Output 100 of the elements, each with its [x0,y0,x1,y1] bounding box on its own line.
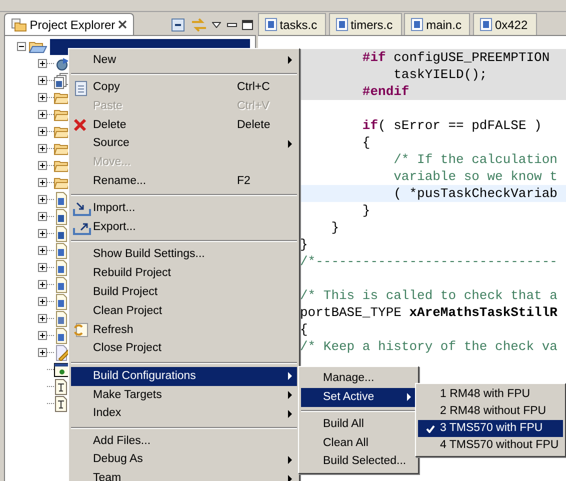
expand-box-icon[interactable] [38,178,47,187]
code-line: { [361,135,370,150]
menu-item[interactable]: Build Configurations [71,366,297,386]
code-line: /* If the calculation [392,152,558,167]
c-file-icon [54,242,68,258]
menu-item[interactable]: New [71,51,297,70]
folder-icon [54,124,70,138]
expand-box-icon[interactable] [38,280,47,289]
close-icon[interactable] [118,20,127,29]
open-folder-icon [28,40,47,54]
c-file-icon [480,18,492,31]
code-line: #if configUSE_PREEMPTION [361,50,550,65]
menu-item[interactable]: 3 TMS570 with FPU [418,420,563,437]
expand-box-icon[interactable] [38,110,47,119]
menu-item[interactable]: Index [71,404,297,424]
expand-box-icon[interactable] [38,331,47,340]
folder-icon [54,176,70,190]
c-file-icon [54,260,68,276]
menu-item[interactable]: Delete Delete [71,116,297,135]
c-file-icon [265,18,277,31]
expand-box-icon[interactable] [38,93,47,102]
menu-item[interactable]: Export... [71,218,297,238]
menu-item[interactable]: Debug As [71,450,297,470]
code-line: variable so we know t [392,169,558,184]
menu-item[interactable]: Source [71,134,297,154]
menu-item[interactable]: Close Project [71,340,297,358]
expand-box-icon[interactable] [38,195,47,204]
editor-tab[interactable]: 0x422 [473,13,537,35]
menu-item[interactable]: Add Files... [71,432,297,451]
code-line: { [300,322,308,337]
menu-item[interactable]: Build All [301,415,416,434]
expand-box-icon[interactable] [38,144,47,153]
submenu-arrow-icon [288,391,293,400]
menu-item[interactable]: Clean All [301,434,416,453]
file-pencil-icon [54,344,70,360]
editor-tab[interactable]: tasks.c [258,13,326,35]
delete-icon [73,118,87,132]
submenu-arrow-icon [288,56,293,64]
menu-item[interactable]: 1 RM48 with FPU [418,386,563,403]
expand-box-icon[interactable] [38,348,47,357]
code-line: } [330,220,340,235]
collapse-box-icon[interactable] [17,42,26,51]
c-file-icon [411,18,424,31]
view-menu-icon[interactable] [212,22,222,28]
menu-item[interactable]: Build Project [71,283,297,302]
menu-item[interactable]: Show Build Settings... [71,246,297,264]
folder-icon [54,158,70,172]
export-tray-icon [73,220,91,235]
menu-item[interactable]: Refresh [71,320,297,340]
expand-box-icon[interactable] [38,59,47,68]
submenu-arrow-icon [288,474,293,481]
code-line: taskYIELD(); [392,67,488,82]
expand-box-icon[interactable] [38,76,47,85]
assembly-file-icon [54,310,68,326]
menu-item[interactable]: Import... [71,200,297,218]
expand-box-icon[interactable] [38,161,47,170]
folder-icon [11,18,27,32]
folder-icon [54,90,70,104]
code-line: #endif [361,84,410,99]
expand-box-icon[interactable] [38,229,47,238]
menu-item[interactable]: Manage... [301,369,416,388]
menu-item[interactable]: 4 TMS570 without FPU [418,437,563,454]
editor-tab[interactable]: timers.c [328,13,402,35]
minimize-icon[interactable] [226,23,237,28]
code-line: /* Keep a history of the check va [300,339,558,354]
expand-box-icon[interactable] [38,297,47,306]
menu-item[interactable]: Build Selected... [301,452,416,472]
editor-tab[interactable]: main.c [404,13,470,35]
menu-item[interactable]: 2 RM48 without FPU [418,403,563,420]
expand-box-icon[interactable] [38,212,47,221]
code-line: portBASE_TYPE xAreMathsTaskStillR [300,305,558,320]
submenu-arrow-icon [288,456,293,464]
c-file-icon [54,192,68,208]
c-file-icon [54,276,68,292]
clipboard-icon [73,80,89,96]
submenu-arrow-icon [288,410,293,418]
menu-item[interactable]: Clean Project [71,302,297,321]
expand-box-icon[interactable] [38,246,47,255]
tab-title: Project Explorer [30,16,116,34]
menu-item[interactable]: Team [71,469,297,481]
code-line: } [361,203,370,218]
menu-item[interactable]: Rename... F2 [71,172,297,192]
header-file-icon [54,208,68,224]
maximize-icon[interactable] [242,20,254,30]
folder-icon [54,108,70,122]
menu-item[interactable]: Make Targets [71,386,297,405]
c-file-icon [54,294,68,310]
expand-box-icon[interactable] [38,314,47,323]
menu-item[interactable]: Copy Ctrl+C [71,78,297,98]
collapse-all-icon[interactable] [171,18,186,32]
expand-box-icon[interactable] [38,127,47,136]
menu-item[interactable]: Set Active [301,388,416,407]
code-line: } [300,237,308,252]
code-line: /*------------------------------- [300,254,558,269]
c-file-icon [336,18,348,31]
expand-box-icon[interactable] [38,263,47,272]
project-explorer-tab[interactable]: Project Explorer [4,13,134,35]
code-line: /* This is called to check that a [300,288,558,303]
menu-item[interactable]: Rebuild Project [71,264,297,284]
c-file-icon [54,328,68,344]
